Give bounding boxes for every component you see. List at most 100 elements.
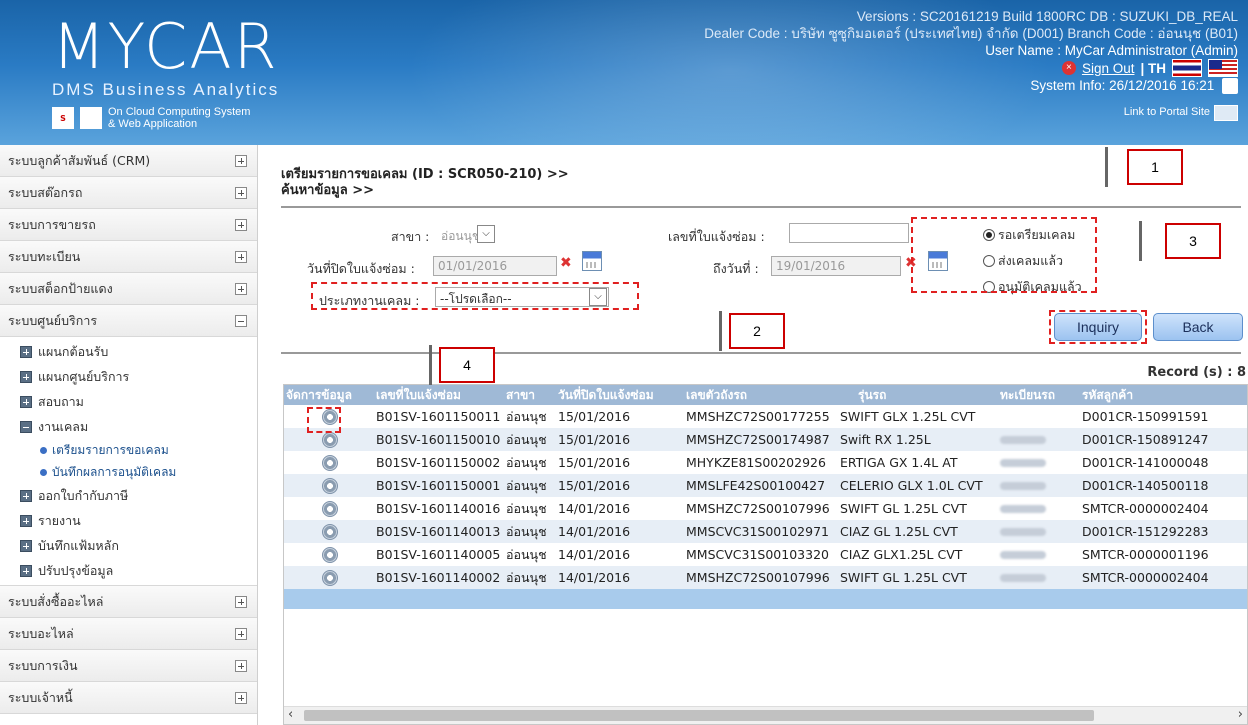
customer-cell: D001CR-150991591 bbox=[1082, 409, 1209, 424]
branch-cell: อ่อนนุช bbox=[506, 454, 547, 470]
repair-no-cell: B01SV-1601150011 bbox=[376, 409, 501, 424]
repair-no-cell: B01SV-1601140016 bbox=[376, 501, 501, 516]
plate-cell bbox=[1000, 501, 1082, 516]
sidebar-item-service-center[interactable]: ระบบศูนย์บริการ bbox=[0, 305, 257, 337]
table-row[interactable]: B01SV-1601140002 อ่อนนุช 14/01/2016 MMSHZC7… bbox=[284, 566, 1247, 589]
submenu-item-service-dept[interactable]: แผนกศูนย์บริการ bbox=[0, 364, 257, 389]
vin-cell: MMSHZC72S00177255 bbox=[686, 409, 830, 424]
callout-pipe bbox=[1139, 221, 1142, 261]
gear-icon[interactable] bbox=[322, 500, 338, 517]
expand-icon[interactable] bbox=[235, 627, 247, 640]
sidebar-item-finance[interactable]: ระบบการเงิน bbox=[0, 650, 257, 682]
vin-cell: MMSLFE42S00100427 bbox=[686, 478, 826, 493]
submenu-item-reception[interactable]: แผนกต้อนรับ bbox=[0, 339, 257, 364]
sidebar-item-crm[interactable]: ระบบลูกค้าสัมพันธ์ (CRM) bbox=[0, 145, 257, 177]
calendar-icon[interactable] bbox=[582, 251, 602, 271]
repair-no-input[interactable] bbox=[789, 223, 909, 243]
scroll-left-icon[interactable]: ‹ bbox=[288, 707, 293, 722]
sidebar-item-label: ระบบลูกค้าสัมพันธ์ (CRM) bbox=[8, 152, 151, 168]
sidebar-item-parts-order[interactable]: ระบบสั่งซื้ออะไหล่ bbox=[0, 586, 257, 618]
gear-icon[interactable] bbox=[322, 431, 338, 448]
clear-date-icon[interactable]: ✖ bbox=[560, 255, 572, 271]
expand-icon[interactable] bbox=[235, 691, 247, 704]
sidebar-item-payables[interactable]: ระบบเจ้าหนี้ bbox=[0, 682, 257, 714]
submenu-item-inquiry[interactable]: สอบถาม bbox=[0, 389, 257, 414]
annotation-box-gear bbox=[307, 407, 341, 433]
submenu-leaf-prepare-claim[interactable]: เตรียมรายการขอเคลม bbox=[0, 439, 257, 461]
sidebar-item-label: ระบบทะเบียน bbox=[8, 248, 81, 264]
callout-1: 1 bbox=[1127, 149, 1183, 185]
submenu-leaf-claim-approval[interactable]: บันทึกผลการอนุมัติเคลม bbox=[0, 461, 257, 483]
expand-icon[interactable] bbox=[235, 154, 247, 167]
to-date-label: ถึงวันที่ : bbox=[713, 261, 759, 276]
gear-icon[interactable] bbox=[322, 569, 338, 586]
service-center-submenu: แผนกต้อนรับ แผนกศูนย์บริการ สอบถาม งานเค… bbox=[0, 337, 257, 586]
collapse-icon bbox=[20, 420, 32, 433]
bullet-icon bbox=[40, 446, 47, 454]
table-row[interactable]: B01SV-1601150011 อ่อนนุช 15/01/2016 MMSHZC7… bbox=[284, 405, 1247, 428]
app-header: MYCAR DMS Business Analytics S On Cloud … bbox=[0, 0, 1248, 145]
to-date-input[interactable]: 19/01/2016 bbox=[771, 256, 901, 276]
horizontal-scrollbar[interactable]: ‹ › bbox=[284, 706, 1247, 724]
sidebar-item-label: ระบบการเงิน bbox=[8, 657, 78, 673]
expand-icon[interactable] bbox=[235, 186, 247, 199]
expand-icon[interactable] bbox=[235, 250, 247, 263]
table-row[interactable]: B01SV-1601150002 อ่อนนุช 15/01/2016 MHYKZE8… bbox=[284, 451, 1247, 474]
scroll-right-icon[interactable]: › bbox=[1238, 707, 1243, 722]
sidebar-item-red-plate[interactable]: ระบบสต็อกป้ายแดง bbox=[0, 273, 257, 305]
submenu-item-reports[interactable]: รายงาน bbox=[0, 508, 257, 533]
close-date-input[interactable]: 01/01/2016 bbox=[433, 256, 557, 276]
table-row[interactable]: B01SV-1601140005 อ่อนนุช 14/01/2016 MMSCVC3… bbox=[284, 543, 1247, 566]
table-row[interactable]: B01SV-1601140016 อ่อนนุช 14/01/2016 MMSHZC7… bbox=[284, 497, 1247, 520]
table-row[interactable]: B01SV-1601150001 อ่อนนุช 15/01/2016 MMSLFE4… bbox=[284, 474, 1247, 497]
portal-link-row[interactable]: Link to Portal Site bbox=[704, 104, 1238, 121]
portal-link[interactable]: Link to Portal Site bbox=[1124, 104, 1210, 121]
expand-icon[interactable] bbox=[235, 282, 247, 295]
model-cell: SWIFT GLX 1.25L CVT bbox=[840, 409, 976, 424]
submenu-item-claims[interactable]: งานเคลม bbox=[0, 414, 257, 439]
scrollbar-thumb[interactable] bbox=[304, 710, 1094, 721]
thai-flag-icon[interactable] bbox=[1172, 59, 1202, 77]
plate-cell bbox=[1000, 570, 1082, 585]
sign-out-link[interactable]: Sign Out bbox=[1082, 60, 1135, 77]
submenu-item-update-data[interactable]: ปรับปรุงข้อมูล bbox=[0, 558, 257, 583]
us-flag-icon[interactable] bbox=[1208, 59, 1238, 77]
portal-icon[interactable] bbox=[1214, 104, 1238, 121]
expand-icon[interactable] bbox=[235, 218, 247, 231]
gear-icon[interactable] bbox=[322, 523, 338, 540]
column-header: รหัสลูกค้า bbox=[1082, 387, 1134, 402]
expand-icon[interactable] bbox=[235, 595, 247, 608]
date-cell: 14/01/2016 bbox=[558, 570, 631, 585]
sidebar-item-parts[interactable]: ระบบอะไหล่ bbox=[0, 618, 257, 650]
collapse-icon[interactable] bbox=[235, 314, 247, 327]
branch-select[interactable]: อ่อนนุช bbox=[437, 225, 480, 245]
version-info: Versions : SC20161219 Build 1800RC DB : … bbox=[856, 9, 1238, 24]
date-cell: 15/01/2016 bbox=[558, 478, 631, 493]
date-cell: 15/01/2016 bbox=[558, 455, 631, 470]
branch-cell: อ่อนนุช bbox=[506, 523, 547, 539]
table-row[interactable]: B01SV-1601150010 อ่อนนุช 15/01/2016 MMSHZC7… bbox=[284, 428, 1247, 451]
date-cell: 14/01/2016 bbox=[558, 501, 631, 516]
table-row[interactable]: B01SV-1601140013 อ่อนนุช 14/01/2016 MMSCVC3… bbox=[284, 520, 1247, 543]
system-info: System Info: 26/12/2016 16:21 bbox=[1030, 78, 1215, 93]
customer-cell: SMTCR-0000002404 bbox=[1082, 570, 1209, 585]
logo-tagline-1: On Cloud Computing System bbox=[108, 106, 251, 118]
blurred-plate bbox=[1000, 482, 1046, 490]
sidebar-item-car-sales[interactable]: ระบบการขายรถ bbox=[0, 209, 257, 241]
gear-icon[interactable] bbox=[322, 546, 338, 563]
sidebar: ระบบลูกค้าสัมพันธ์ (CRM) ระบบสต๊อกรถ ระบ… bbox=[0, 145, 258, 725]
callout-4: 4 bbox=[439, 347, 495, 383]
sidebar-item-registration[interactable]: ระบบทะเบียน bbox=[0, 241, 257, 273]
gear-icon[interactable] bbox=[322, 477, 338, 494]
expand-icon[interactable] bbox=[235, 659, 247, 672]
submenu-item-tax-invoice[interactable]: ออกใบกำกับภาษี bbox=[0, 483, 257, 508]
gear-icon[interactable] bbox=[322, 454, 338, 471]
repair-no-cell: B01SV-1601140005 bbox=[376, 547, 501, 562]
back-button[interactable]: Back bbox=[1153, 313, 1243, 341]
sidebar-item-car-stock[interactable]: ระบบสต๊อกรถ bbox=[0, 177, 257, 209]
sign-out-icon[interactable]: × bbox=[1061, 61, 1076, 75]
submenu-item-master-files[interactable]: บันทึกแฟ้มหลัก bbox=[0, 533, 257, 558]
submenu-label: งานเคลม bbox=[38, 418, 89, 434]
chevron-down-icon[interactable]: ⌵ bbox=[477, 225, 495, 243]
annotation-box-inquiry bbox=[1049, 310, 1147, 344]
